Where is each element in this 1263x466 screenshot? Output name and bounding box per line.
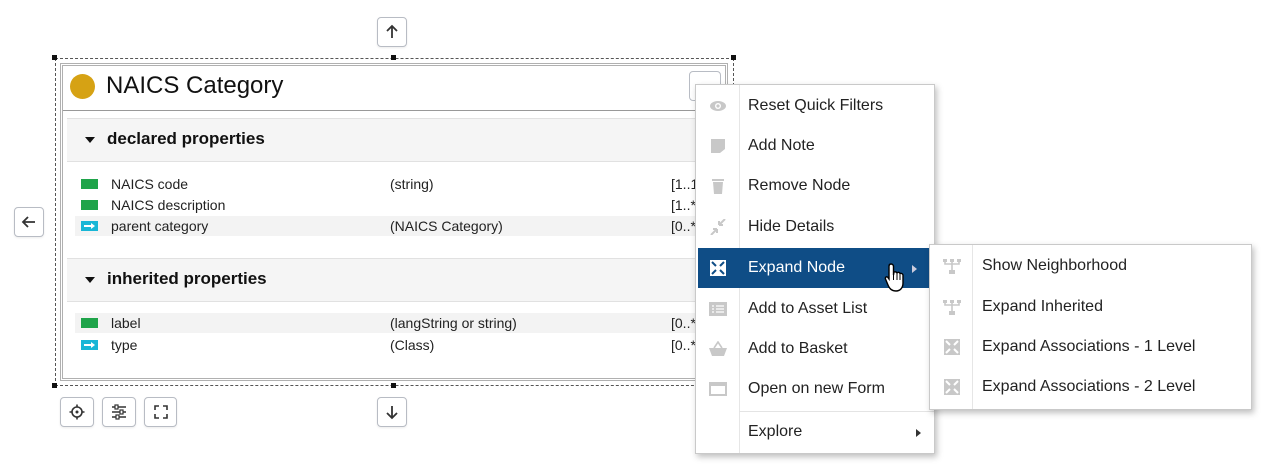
menu-item-label: Add to Asset List [748, 300, 868, 317]
menu-item-show-neighborhood[interactable]: Show Neighborhood [930, 246, 1251, 286]
class-dot-icon [70, 74, 95, 99]
menu-item-add-to-asset-list[interactable]: Add to Asset List [696, 289, 934, 329]
menu-item-label: Show Neighborhood [982, 257, 1127, 274]
list-icon [709, 302, 727, 316]
resize-handle[interactable] [391, 55, 396, 60]
property-name: NAICS code [111, 176, 189, 192]
menu-item-label: Hide Details [748, 218, 835, 235]
hand-cursor-icon [884, 263, 904, 292]
hierarchy-icon [943, 259, 961, 274]
eye-icon [710, 101, 726, 111]
arrow-left-icon [21, 216, 35, 228]
submenu-arrow-icon [912, 265, 917, 273]
property-type: (Class) [390, 337, 435, 353]
menu-item-label: Expand Associations - 1 Level [982, 338, 1196, 355]
relation-arrow-icon [81, 340, 98, 350]
property-type: (NAICS Category) [390, 218, 503, 234]
resize-handle[interactable] [731, 55, 736, 60]
hierarchy-icon [943, 300, 961, 315]
menu-item-remove-node[interactable]: Remove Node [696, 166, 934, 206]
menu-item-label: Reset Quick Filters [748, 97, 884, 114]
fullscreen-icon [153, 405, 168, 419]
section-inherited-properties[interactable]: inherited properties [67, 258, 725, 302]
property-name: NAICS description [111, 197, 226, 213]
resize-handle[interactable] [52, 383, 57, 388]
property-row[interactable]: NAICS code (string) [1..1] [75, 174, 725, 194]
arrow-down-icon [386, 406, 398, 420]
attribute-icon [81, 318, 98, 328]
menu-item-label: Explore [748, 423, 803, 440]
property-row[interactable]: type (Class) [0..*] [75, 335, 725, 355]
basket-icon [709, 341, 727, 356]
filter-settings-button[interactable] [102, 397, 136, 427]
caret-down-icon [85, 137, 95, 143]
menu-item-explore[interactable]: Explore [696, 412, 934, 452]
expand-node-icon [944, 339, 960, 355]
expand-node-submenu: Show Neighborhood Expand Inherited Expan… [929, 244, 1252, 410]
menu-item-expand-associations-2[interactable]: Expand Associations - 2 Level [930, 367, 1251, 407]
menu-item-label: Open on new Form [748, 380, 885, 397]
attribute-icon [81, 200, 98, 210]
expand-node-icon [710, 260, 726, 276]
section-title: inherited properties [107, 269, 267, 288]
section-declared-properties[interactable]: declared properties [67, 118, 725, 162]
property-row[interactable]: parent category (NAICS Category) [0..*] [75, 216, 725, 236]
property-row[interactable]: label (langString or string) [0..*] [75, 313, 725, 333]
menu-item-add-note[interactable]: Add Note [696, 126, 934, 166]
collapse-icon [710, 219, 726, 235]
note-icon [711, 139, 725, 153]
resize-handle[interactable] [391, 383, 396, 388]
fullscreen-button[interactable] [144, 397, 177, 427]
attribute-icon [81, 179, 98, 189]
section-title: declared properties [107, 129, 265, 148]
menu-item-expand-associations-1[interactable]: Expand Associations - 1 Level [930, 327, 1251, 367]
property-name: label [111, 315, 141, 331]
property-type: (langString or string) [390, 315, 517, 331]
property-type: (string) [390, 176, 434, 192]
menu-item-label: Expand Associations - 2 Level [982, 378, 1196, 395]
sliders-icon [112, 404, 126, 420]
menu-item-label: Add Note [748, 137, 815, 154]
relation-arrow-icon [81, 221, 98, 231]
menu-item-reset-quick-filters[interactable]: Reset Quick Filters [696, 86, 934, 126]
menu-item-label: Remove Node [748, 177, 851, 194]
node-header: NAICS Category [63, 66, 725, 111]
menu-item-label: Add to Basket [748, 340, 848, 357]
submenu-arrow-icon [916, 429, 921, 437]
property-row[interactable]: NAICS description [1..*] [75, 195, 725, 215]
menu-item-label: Expand Node [748, 259, 845, 276]
menu-item-expand-inherited[interactable]: Expand Inherited [930, 287, 1251, 327]
expand-node-icon [944, 379, 960, 395]
menu-item-open-on-new-form[interactable]: Open on new Form [696, 369, 934, 409]
arrow-up-icon [386, 24, 398, 38]
resize-handle[interactable] [52, 55, 57, 60]
move-down-button[interactable] [377, 397, 407, 427]
menu-item-add-to-basket[interactable]: Add to Basket [696, 329, 934, 369]
menu-item-hide-details[interactable]: Hide Details [696, 207, 934, 247]
node-title: NAICS Category [106, 72, 284, 99]
focus-button[interactable] [60, 397, 94, 427]
form-icon [709, 382, 727, 396]
property-name: type [111, 337, 138, 353]
node-card[interactable]: NAICS Category declared properties NAICS… [60, 63, 728, 381]
move-up-button[interactable] [377, 17, 407, 47]
move-left-button[interactable] [14, 207, 44, 237]
caret-down-icon [85, 277, 95, 283]
trash-icon [712, 179, 724, 194]
menu-item-label: Expand Inherited [982, 298, 1103, 315]
crosshair-icon [69, 404, 85, 420]
property-name: parent category [111, 218, 209, 234]
